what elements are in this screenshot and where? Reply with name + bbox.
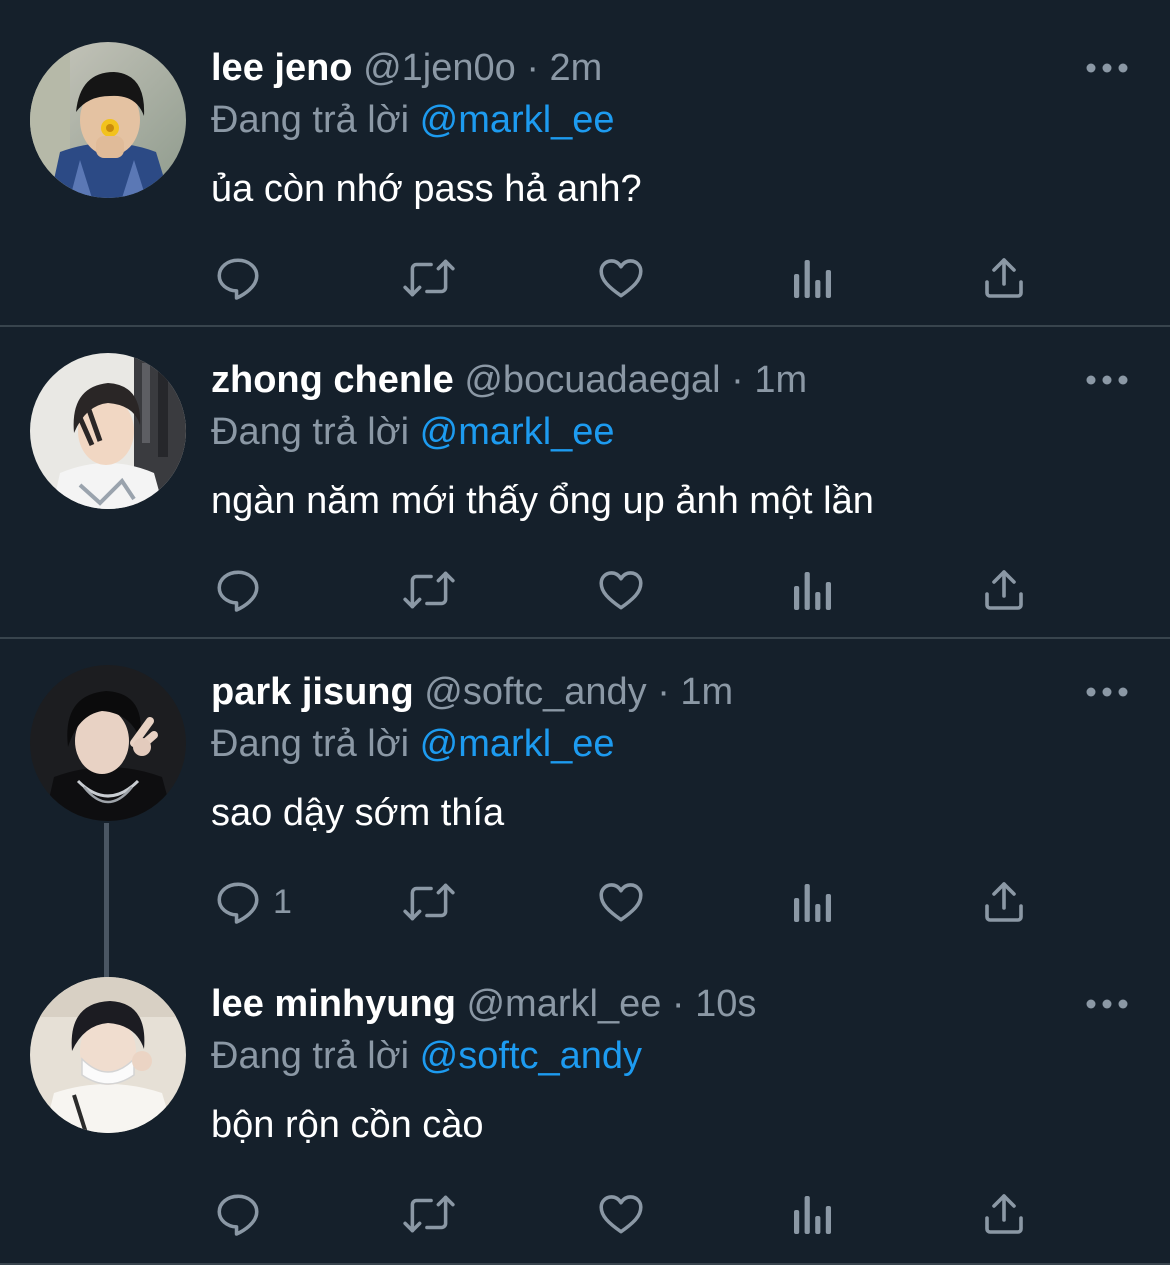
replying-to: Đang trả lời @softc_andy bbox=[211, 1032, 642, 1080]
heart-icon bbox=[599, 259, 643, 298]
tweet-header: lee minhyung @markl_ee · 10s bbox=[211, 980, 1100, 1028]
tweet-header: park jisung @softc_andy · 1m bbox=[211, 668, 1100, 716]
retweet-icon bbox=[403, 1195, 455, 1233]
reply-count: 1 bbox=[273, 883, 292, 921]
reply-button[interactable] bbox=[213, 252, 273, 304]
tweet-text: sao dậy sớm thía bbox=[211, 792, 505, 834]
replying-to-label: Đang trả lời bbox=[211, 99, 410, 141]
retweet-icon bbox=[403, 571, 455, 609]
reply-button[interactable]: 1 bbox=[213, 876, 292, 928]
mention-link[interactable]: @softc_andy bbox=[420, 1035, 642, 1077]
display-name[interactable]: park jisung bbox=[211, 671, 414, 713]
views-button[interactable] bbox=[790, 564, 834, 616]
separator-dot: · bbox=[526, 47, 539, 89]
avatar[interactable] bbox=[30, 665, 186, 821]
reply-icon bbox=[217, 1194, 259, 1236]
retweet-button[interactable] bbox=[402, 1188, 456, 1240]
views-button[interactable] bbox=[790, 1188, 834, 1240]
tweet[interactable]: lee minhyung @markl_ee · 10s Đang trả lờ… bbox=[0, 951, 1170, 1263]
share-icon bbox=[985, 1194, 1023, 1234]
tweet-text: ủa còn nhớ pass hả anh? bbox=[211, 168, 642, 210]
views-button[interactable] bbox=[790, 252, 834, 304]
share-button[interactable] bbox=[980, 876, 1028, 928]
separator-dot: · bbox=[671, 983, 685, 1025]
share-button[interactable] bbox=[980, 252, 1028, 304]
reply-icon bbox=[217, 258, 259, 300]
retweet-button[interactable] bbox=[402, 564, 456, 616]
separator-dot: · bbox=[657, 671, 670, 713]
tweet[interactable]: zhong chenle @bocuadaegal · 1m Đang trả … bbox=[0, 327, 1170, 638]
reply-button[interactable] bbox=[213, 564, 273, 616]
replying-to-label: Đang trả lời bbox=[211, 1035, 410, 1077]
more-icon[interactable] bbox=[1084, 680, 1130, 704]
replying-to: Đang trả lời @markl_ee bbox=[211, 96, 615, 144]
timestamp[interactable]: 10s bbox=[695, 983, 756, 1025]
replying-to-label: Đang trả lời bbox=[211, 411, 410, 453]
replying-to: Đang trả lời @markl_ee bbox=[211, 720, 615, 768]
share-button[interactable] bbox=[980, 1188, 1028, 1240]
mention-link[interactable]: @markl_ee bbox=[420, 411, 615, 453]
tweet-header: zhong chenle @bocuadaegal · 1m bbox=[211, 356, 1100, 404]
user-handle[interactable]: @1jen0o bbox=[363, 47, 516, 89]
avatar[interactable] bbox=[30, 977, 186, 1133]
user-handle[interactable]: @bocuadaegal bbox=[464, 359, 720, 401]
heart-icon bbox=[599, 571, 643, 610]
timestamp[interactable]: 1m bbox=[754, 359, 807, 401]
like-button[interactable] bbox=[596, 1188, 646, 1240]
tweet-text: bộn rộn cồn cào bbox=[211, 1104, 484, 1146]
replying-to: Đang trả lời @markl_ee bbox=[211, 408, 615, 456]
mention-link[interactable]: @markl_ee bbox=[420, 99, 615, 141]
like-button[interactable] bbox=[596, 876, 646, 928]
display-name[interactable]: lee jeno bbox=[211, 47, 353, 89]
avatar[interactable] bbox=[30, 353, 186, 509]
reply-icon bbox=[217, 570, 259, 612]
share-icon bbox=[985, 258, 1023, 298]
mention-link[interactable]: @markl_ee bbox=[420, 723, 615, 765]
heart-icon bbox=[599, 883, 643, 922]
reply-button[interactable] bbox=[213, 1188, 273, 1240]
like-button[interactable] bbox=[596, 564, 646, 616]
replying-to-label: Đang trả lời bbox=[211, 723, 410, 765]
tweet-text: ngàn năm mới thấy ổng up ảnh một lần bbox=[211, 480, 874, 522]
views-icon bbox=[794, 884, 831, 922]
retweet-icon bbox=[403, 259, 455, 297]
like-button[interactable] bbox=[596, 252, 646, 304]
more-icon[interactable] bbox=[1084, 56, 1130, 80]
user-handle[interactable]: @softc_andy bbox=[424, 671, 646, 713]
views-icon bbox=[794, 572, 831, 610]
views-icon bbox=[794, 260, 831, 298]
display-name[interactable]: lee minhyung bbox=[211, 983, 456, 1025]
user-handle[interactable]: @markl_ee bbox=[466, 983, 661, 1025]
separator-dot: · bbox=[731, 359, 744, 401]
share-icon bbox=[985, 882, 1023, 922]
retweet-icon bbox=[403, 883, 455, 921]
more-icon[interactable] bbox=[1084, 992, 1130, 1016]
avatar[interactable] bbox=[30, 42, 186, 198]
tweet[interactable]: park jisung @softc_andy · 1m Đang trả lờ… bbox=[0, 639, 1170, 979]
retweet-button[interactable] bbox=[402, 252, 456, 304]
timestamp[interactable]: 2m bbox=[550, 47, 603, 89]
reply-icon bbox=[217, 882, 259, 924]
tweet[interactable]: lee jeno @1jen0o · 2m Đang trả lời @mark… bbox=[0, 0, 1170, 326]
tweet-header: lee jeno @1jen0o · 2m bbox=[211, 44, 1100, 92]
replies-feed: lee jeno @1jen0o · 2m Đang trả lời @mark… bbox=[0, 0, 1170, 1265]
more-icon[interactable] bbox=[1084, 368, 1130, 392]
share-button[interactable] bbox=[980, 564, 1028, 616]
views-button[interactable] bbox=[790, 876, 834, 928]
views-icon bbox=[794, 1196, 831, 1234]
heart-icon bbox=[599, 1195, 643, 1234]
display-name[interactable]: zhong chenle bbox=[211, 359, 454, 401]
timestamp[interactable]: 1m bbox=[680, 671, 733, 713]
share-icon bbox=[985, 570, 1023, 610]
retweet-button[interactable] bbox=[402, 876, 456, 928]
